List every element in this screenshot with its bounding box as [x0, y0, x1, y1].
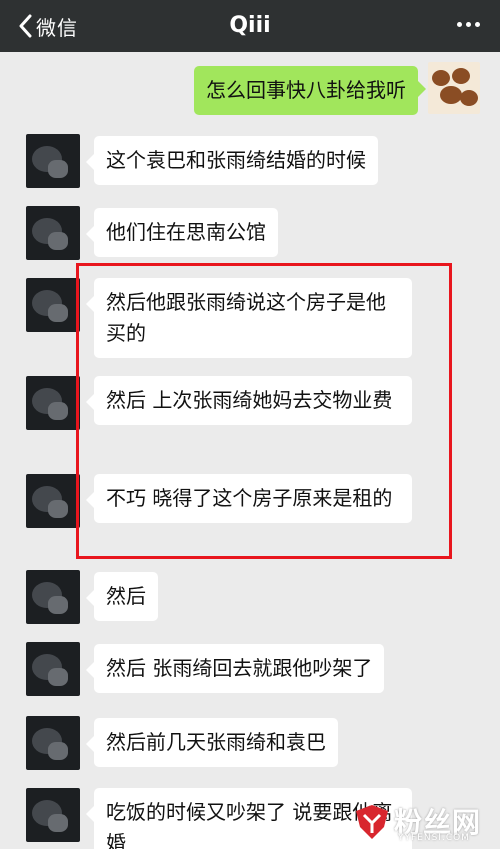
message-text: 这个袁巴和张雨绮结婚的时候: [106, 148, 366, 172]
watermark-url: YYFENSI.COM: [398, 833, 470, 843]
message-text: 然后前几天张雨绮和袁巴: [106, 730, 326, 754]
watermark-logo-icon: [356, 805, 388, 839]
avatar-contact[interactable]: [26, 376, 80, 430]
message-bubble-received: 然后 张雨绮回去就跟他吵架了: [85, 644, 385, 693]
avatar-contact[interactable]: [26, 278, 80, 332]
chat-title: Qiii: [229, 13, 271, 38]
watermark: 粉丝网 YYFENSI.COM: [354, 801, 494, 845]
top-bar: 微信 Qiii: [0, 0, 500, 52]
message-row: 然后: [10, 570, 490, 630]
message-row: 然后 张雨绮回去就跟他吵架了: [10, 642, 490, 702]
message-text: 他们住在思南公馆: [106, 220, 266, 244]
avatar-contact[interactable]: [26, 642, 80, 696]
message-text: 然后 张雨绮回去就跟他吵架了: [106, 656, 373, 680]
message-row: 怎么回事快八卦给我听: [10, 62, 490, 122]
message-bubble-sent: 怎么回事快八卦给我听: [194, 66, 426, 115]
message-bubble-received: 然后: [86, 572, 158, 621]
avatar-contact[interactable]: [26, 788, 80, 842]
avatar-contact[interactable]: [26, 206, 80, 260]
avatar-contact[interactable]: [26, 134, 80, 188]
message-text: 然后: [106, 584, 146, 608]
highlight-box: [76, 263, 452, 559]
avatar-contact[interactable]: [26, 716, 80, 770]
avatar-contact[interactable]: [26, 474, 80, 528]
message-bubble-received: 这个袁巴和张雨绮结婚的时候: [86, 136, 378, 185]
message-text: 吃饭的时候又吵架了 说要跟他离婚: [106, 800, 393, 849]
message-row: 然后前几天张雨绮和袁巴: [10, 716, 490, 776]
avatar-self[interactable]: [428, 62, 480, 114]
message-row: 他们住在思南公馆: [10, 206, 490, 266]
message-row: 这个袁巴和张雨绮结婚的时候: [10, 134, 490, 194]
more-icon[interactable]: [457, 22, 480, 27]
message-text: 怎么回事快八卦给我听: [206, 78, 406, 102]
message-bubble-received: 然后前几天张雨绮和袁巴: [86, 718, 338, 767]
chat-area[interactable]: 怎么回事快八卦给我听 这个袁巴和张雨绮结婚的时候 他们住在思南公馆 然后他跟张雨…: [10, 52, 490, 849]
avatar-contact[interactable]: [26, 570, 80, 624]
message-bubble-received: 他们住在思南公馆: [86, 208, 278, 257]
